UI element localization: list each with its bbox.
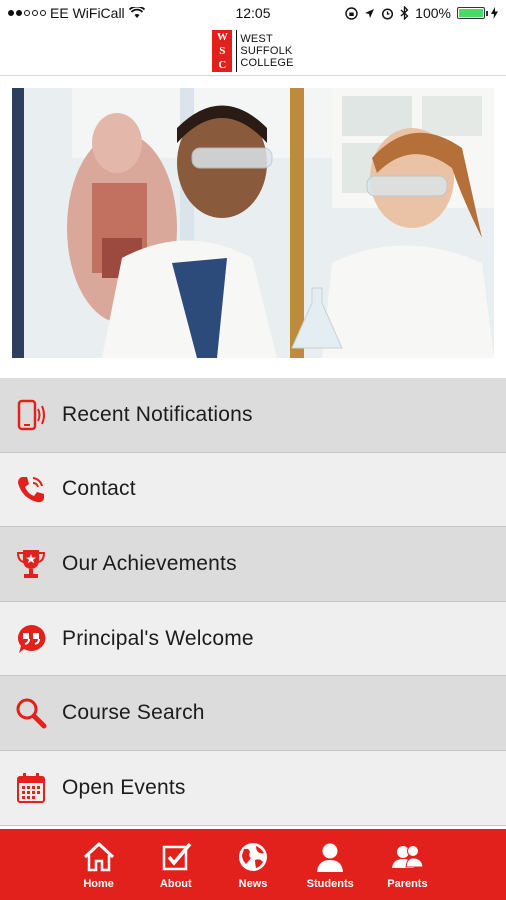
logo-line-2: SUFFOLK [240, 44, 293, 57]
hero-image [12, 88, 494, 358]
tab-news[interactable]: News [214, 829, 291, 900]
signal-strength-icon [8, 10, 46, 16]
menu-label: Our Achievements [62, 551, 237, 575]
logo-line-1: WEST [240, 32, 273, 45]
logo-letter-c: C [218, 58, 227, 71]
menu-label: Recent Notifications [62, 402, 253, 426]
wifi-icon [128, 7, 145, 18]
logo-text: WEST SUFFOLK COLLEGE [236, 29, 294, 72]
phone-vibrate-icon [14, 398, 48, 432]
college-logo: W S C WEST SUFFOLK COLLEGE [212, 29, 294, 72]
menu-item-principals-welcome[interactable]: Principal's Welcome [0, 601, 506, 677]
globe-icon [236, 840, 270, 874]
logo-mark: W S C [212, 29, 233, 72]
tab-home[interactable]: Home [60, 829, 137, 900]
status-left: EE WiFiCall [8, 5, 171, 21]
main-menu: Recent Notifications Contact Our Achieve… [0, 378, 506, 826]
tab-label: Home [83, 877, 114, 890]
home-icon [82, 840, 116, 874]
calendar-icon [14, 771, 48, 805]
phone-call-icon [14, 472, 48, 506]
tab-parents[interactable]: Parents [369, 829, 446, 900]
battery-icon [456, 7, 488, 19]
menu-item-recent-notifications[interactable]: Recent Notifications [0, 378, 506, 453]
tab-students[interactable]: Students [292, 829, 369, 900]
menu-item-course-search[interactable]: Course Search [0, 676, 506, 751]
app-header: W S C WEST SUFFOLK COLLEGE [0, 26, 506, 76]
quote-bubble-icon [14, 622, 48, 656]
status-time: 12:05 [235, 5, 271, 21]
user-icon [313, 840, 347, 874]
status-bar: EE WiFiCall 12:05 100% [0, 0, 506, 26]
location-icon [365, 8, 375, 18]
search-icon [14, 696, 48, 730]
menu-label: Contact [62, 477, 136, 501]
menu-label: Open Events [62, 775, 186, 799]
users-icon [390, 840, 424, 874]
logo-letter-s: S [219, 44, 226, 57]
tab-about[interactable]: About [137, 829, 214, 900]
trophy-icon [14, 547, 48, 581]
battery-percent: 100% [415, 5, 451, 21]
tab-label: Parents [387, 877, 428, 890]
bottom-tab-bar: Home About News Students Parents [0, 829, 506, 900]
logo-letter-w: W [216, 30, 228, 43]
menu-label: Principal's Welcome [62, 626, 254, 650]
menu-label: Course Search [62, 701, 205, 725]
tab-label: News [238, 877, 268, 890]
bluetooth-icon [400, 6, 409, 20]
logo-line-3: COLLEGE [240, 56, 294, 69]
status-right: 100% [335, 5, 498, 21]
rotation-lock-icon [345, 6, 358, 20]
carrier-label: EE WiFiCall [50, 5, 125, 21]
tab-label: About [159, 877, 192, 890]
checkbox-icon [159, 840, 193, 874]
menu-item-contact[interactable]: Contact [0, 452, 506, 528]
charging-icon [490, 7, 498, 19]
menu-item-our-achievements[interactable]: Our Achievements [0, 527, 506, 602]
alarm-icon [382, 7, 394, 20]
tab-label: Students [306, 877, 354, 890]
menu-item-open-events[interactable]: Open Events [0, 750, 506, 826]
